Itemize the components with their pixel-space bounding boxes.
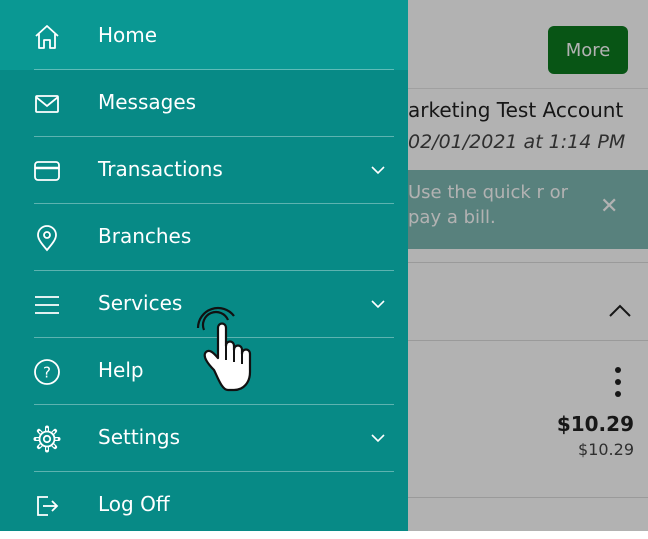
svg-text:?: ? <box>43 364 51 382</box>
question-icon: ? <box>34 359 60 385</box>
gear-icon <box>33 425 61 453</box>
menu-item-label: Home <box>98 23 158 47</box>
hamburger-icon <box>35 296 59 314</box>
tap-gesture-icon <box>196 306 252 392</box>
chevron-down-icon <box>371 166 385 175</box>
menu-item-label: Branches <box>98 224 192 248</box>
menu-item-label: Transactions <box>98 157 223 181</box>
menu-item-label: Messages <box>98 90 197 114</box>
menu-item-home[interactable]: Home <box>0 3 408 70</box>
chevron-down-icon <box>371 434 385 443</box>
menu-item-transactions[interactable]: Transactions <box>0 137 408 204</box>
home-icon <box>35 25 59 49</box>
menu-item-label: Help <box>98 358 144 382</box>
menu-item-branches[interactable]: Branches <box>0 204 408 271</box>
menu-item-messages[interactable]: Messages <box>0 70 408 137</box>
location-pin-icon <box>37 225 57 252</box>
chevron-down-icon <box>371 300 385 309</box>
menu-item-label: Log Off <box>98 492 170 516</box>
menu-item-label: Settings <box>98 425 181 449</box>
menu-item-label: Services <box>98 291 183 315</box>
menu-item-log-off[interactable]: Log Off <box>0 472 408 539</box>
navigation-drawer: Home Messages Transactions Branches Serv… <box>0 0 408 531</box>
credit-card-icon <box>34 161 60 181</box>
logout-icon <box>37 496 59 516</box>
menu-item-settings[interactable]: Settings <box>0 405 408 472</box>
envelope-icon <box>35 95 59 113</box>
